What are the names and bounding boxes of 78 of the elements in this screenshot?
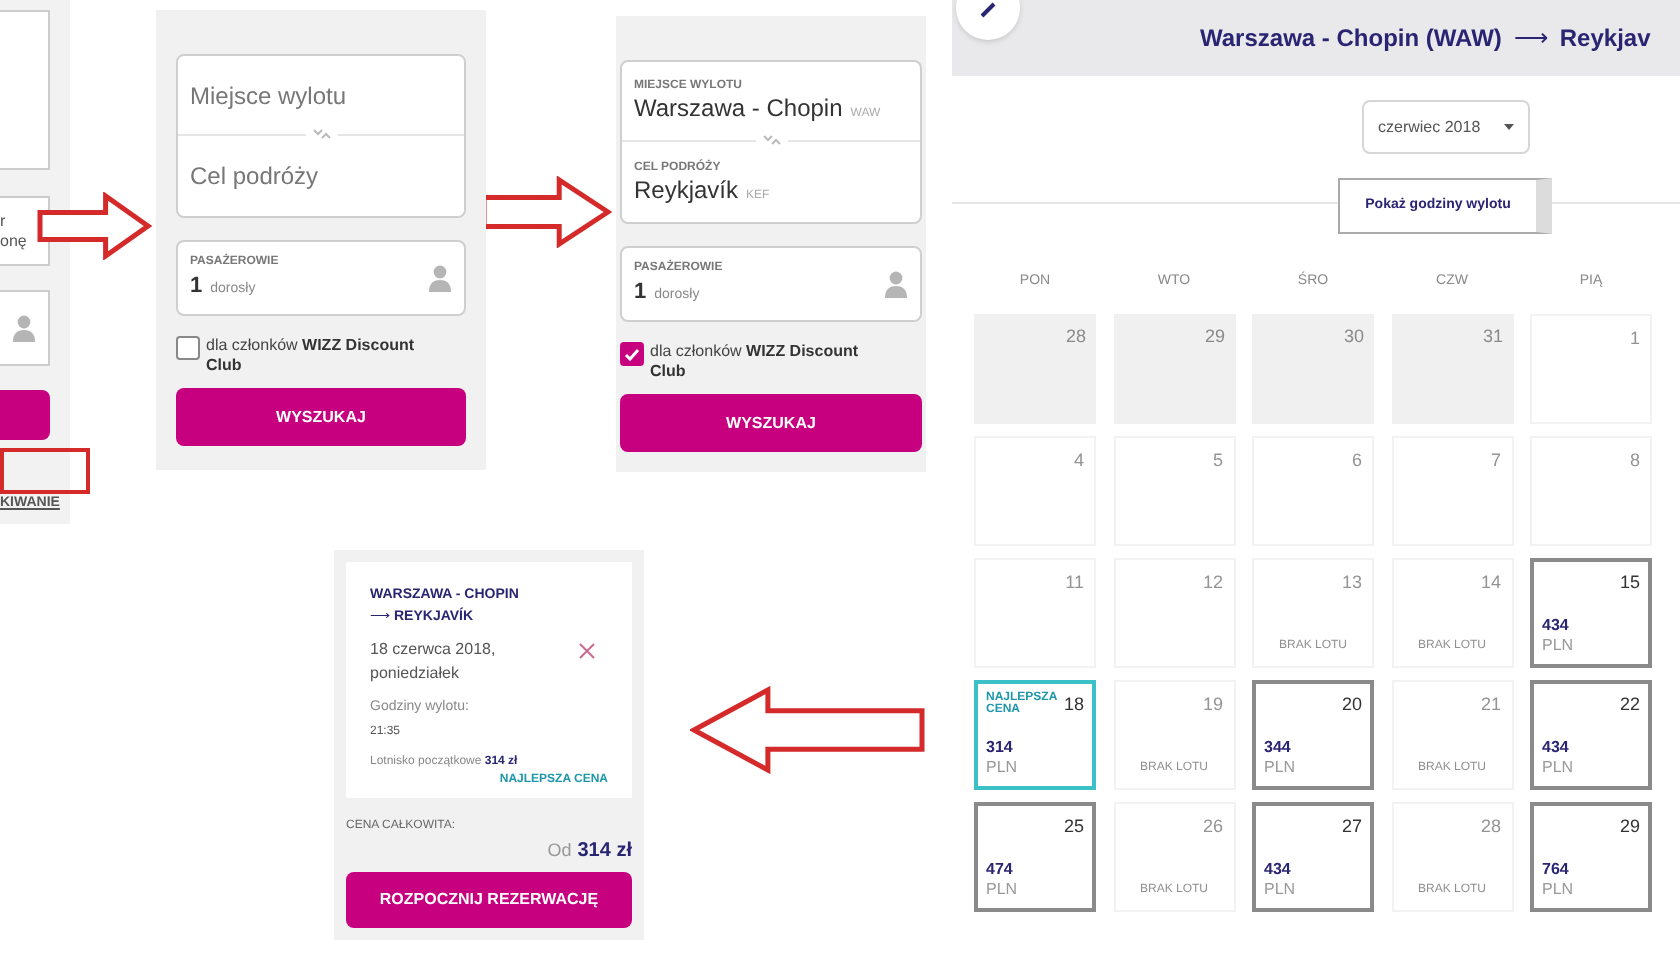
currency: PLN <box>1542 636 1576 656</box>
day-number: 12 <box>1202 570 1223 596</box>
day-number: 28 <box>1480 814 1501 840</box>
calendar-day[interactable]: 29 764 PLN <box>1530 802 1652 912</box>
day-number: 18 <box>1063 692 1084 718</box>
route-arrow: ⟶ <box>1513 22 1548 56</box>
day-number: 29 <box>1619 814 1640 840</box>
calendar-day[interactable]: 22 434 PLN <box>1530 680 1652 790</box>
day-number: 21 <box>1480 692 1501 718</box>
price: 764 <box>1542 860 1571 880</box>
day-number: 8 <box>1629 448 1640 474</box>
day-number: 6 <box>1351 448 1362 474</box>
calendar-day[interactable]: 15 434 PLN <box>1530 558 1652 668</box>
route-origin: Warszawa - Chopin (WAW) <box>1200 22 1502 56</box>
field-value: Reykjavík <box>634 175 739 205</box>
passenger-count: 1 <box>190 271 203 302</box>
day-number: 31 <box>1482 324 1503 350</box>
day-number: 5 <box>1212 448 1223 474</box>
day-number: 15 <box>1619 570 1640 596</box>
day-number: 28 <box>1065 324 1086 350</box>
route-destination: Reykjav <box>1559 22 1651 56</box>
person-icon <box>12 314 36 342</box>
person-icon <box>428 264 452 292</box>
input-field[interactable]: Miejsce wylotu <box>190 77 452 113</box>
field-text: r <box>0 211 8 231</box>
day-number: 30 <box>1343 324 1364 350</box>
total-price: 314 zł <box>577 837 632 865</box>
day-number: 14 <box>1480 570 1501 596</box>
caret-icon <box>1504 124 1514 130</box>
currency: PLN <box>986 758 1020 778</box>
passenger-count: 1 <box>634 277 647 308</box>
month-value: czerwiec 2018 <box>1378 115 1481 139</box>
day-number: 25 <box>1063 814 1084 840</box>
input-field[interactable] <box>0 290 50 366</box>
person-icon <box>884 270 908 298</box>
day-number: 4 <box>1073 448 1084 474</box>
month-dropdown[interactable]: czerwiec 2018 <box>1362 100 1530 154</box>
checkbox[interactable] <box>620 342 644 366</box>
currency: PLN <box>1542 758 1576 778</box>
input-field[interactable]: Cel podróży <box>190 158 452 194</box>
day-number: 11 <box>1065 570 1084 596</box>
price-prefix: Od <box>547 837 572 863</box>
price: 434 <box>1542 616 1571 636</box>
calendar-day[interactable]: 27 434 PLN <box>1252 802 1374 912</box>
search-button[interactable]: WYSZUKAJ <box>176 388 466 446</box>
arrow-drawing <box>36 192 152 260</box>
highlight-frame <box>0 448 90 494</box>
price: 434 <box>1264 860 1293 880</box>
day-number: 22 <box>1619 692 1640 718</box>
day-number: 1 <box>1629 326 1640 352</box>
day-number: 19 <box>1202 692 1223 718</box>
price: 344 <box>1264 738 1293 758</box>
field-value: Warszawa - Chopin <box>634 94 843 124</box>
currency: PLN <box>1264 758 1298 778</box>
calendar-day[interactable]: 20 344 PLN <box>1252 680 1374 790</box>
flight-date: 18 czerwca 2018, poniedziałek <box>370 638 498 686</box>
currency: PLN <box>1264 880 1298 900</box>
price: 314 <box>986 738 1015 758</box>
search-button[interactable]: WYSZUKAJ <box>620 394 922 452</box>
calendar-day[interactable]: 25 474 PLN <box>974 802 1096 912</box>
field-text: onę <box>0 231 29 251</box>
day-number: 20 <box>1341 692 1362 718</box>
currency: PLN <box>986 880 1020 900</box>
input-field[interactable] <box>0 10 50 170</box>
booking-button[interactable]: ROZPOCZNIJ REZERWACJĘ <box>346 871 632 928</box>
checkbox-label: dla członków WIZZ Discount Club <box>206 336 417 376</box>
currency: PLN <box>1542 880 1576 900</box>
price: 434 <box>1542 738 1571 758</box>
price: 474 <box>986 860 1015 880</box>
arrow-drawing <box>480 176 612 248</box>
day-number: 29 <box>1204 324 1225 350</box>
day-number: 13 <box>1341 570 1362 596</box>
day-number: 26 <box>1202 814 1223 840</box>
checkbox-label: dla członków WIZZ Discount Club <box>650 342 861 382</box>
day-number: 7 <box>1490 448 1501 474</box>
checkbox[interactable] <box>176 336 200 360</box>
day-number: 27 <box>1341 814 1362 840</box>
close-icon[interactable] <box>578 642 596 660</box>
